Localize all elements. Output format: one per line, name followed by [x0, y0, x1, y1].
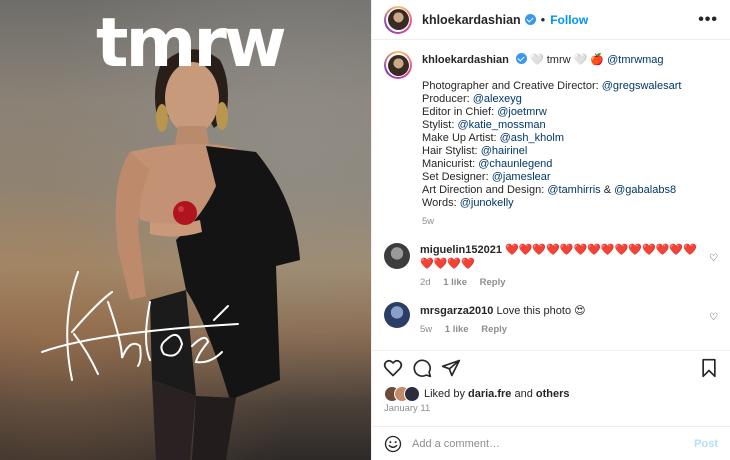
caption-age[interactable]: 5w [422, 216, 434, 227]
credit-role: Producer: [422, 93, 473, 105]
comment-age[interactable]: 5w [420, 324, 432, 335]
credit-role: Words: [422, 197, 460, 209]
credit-role: Art Direction and Design: [422, 184, 548, 196]
caption-block: khloekardashian 🤍 tmrw 🤍 🍎 @tmrwmag Phot… [384, 51, 718, 227]
likes-and: and [511, 388, 536, 400]
more-options-icon[interactable]: ••• [698, 11, 718, 29]
commenter-avatar[interactable] [384, 302, 410, 328]
caption-mention[interactable]: @tmrwmag [607, 54, 663, 66]
follow-button[interactable]: Follow [550, 13, 588, 27]
comment-input[interactable]: Add a comment… [412, 438, 694, 450]
post-panel: khloekardashian • Follow ••• khloekardas… [371, 0, 730, 460]
post-date[interactable]: January 11 [384, 403, 430, 414]
caption-emoji-2: 🤍 [573, 54, 588, 66]
caption-meta: 5w [422, 216, 718, 227]
credit-role: Photographer and Creative Director: [422, 80, 602, 92]
bookmark-icon[interactable] [699, 358, 719, 378]
credit-handle[interactable]: @alexeyg [473, 93, 522, 105]
credit-handle[interactable]: @tamhirris [547, 184, 600, 196]
share-icon[interactable] [441, 358, 461, 378]
credit-handle[interactable]: @junokelly [460, 197, 514, 209]
add-comment-bar: Add a comment… Post [372, 426, 730, 460]
comment-item: miguelin152021 ❤️❤️❤️❤️❤️❤️❤️❤️❤️❤️❤️❤️❤… [384, 243, 718, 288]
credit-handle[interactable]: @joetmrw [497, 106, 547, 118]
comment-meta: 2d 1 like Reply [420, 277, 704, 288]
liked-by-user[interactable]: daria.fre [468, 388, 511, 400]
credit-handle[interactable]: @gregswalesart [602, 80, 682, 92]
comment-text: Love this photo 😍 [496, 305, 586, 317]
comment-meta: 5w 1 like Reply [420, 324, 704, 335]
credit-handle[interactable]: @katie_mossman [457, 119, 545, 131]
magazine-logo: tmrw [96, 4, 287, 83]
comments-list[interactable]: khloekardashian 🤍 tmrw 🤍 🍎 @tmrwmag Phot… [372, 41, 730, 350]
liker-avatar [404, 386, 420, 402]
credit-ampersand: & [600, 184, 615, 196]
likes-summary: Liked by daria.fre and others [384, 386, 570, 402]
comment-like-heart-icon[interactable]: ♡ [704, 312, 718, 335]
post-header: khloekardashian • Follow ••• [372, 0, 730, 40]
comment-likes[interactable]: 1 like [443, 277, 467, 288]
comment-like-heart-icon[interactable]: ♡ [704, 253, 718, 288]
liked-by-others[interactable]: others [536, 388, 570, 400]
credit-role: Hair Stylist: [422, 145, 481, 157]
smiley-icon[interactable] [384, 435, 402, 453]
author-avatar[interactable] [384, 5, 412, 34]
commenter-username[interactable]: miguelin152021 [420, 244, 502, 256]
separator-dot: • [540, 12, 546, 27]
credit-handle[interactable]: @ash_kholm [500, 132, 564, 144]
reply-button[interactable]: Reply [481, 324, 507, 335]
credit-handle[interactable]: @gabalabs8 [614, 184, 676, 196]
verified-badge-icon [524, 14, 536, 25]
author-username[interactable]: khloekardashian [422, 13, 521, 27]
credit-handle[interactable]: @jameslear [492, 171, 551, 183]
comment-age[interactable]: 2d [420, 277, 431, 288]
credit-role: Stylist: [422, 119, 458, 131]
credit-handle[interactable]: @chaunlegend [478, 158, 552, 170]
comment-icon[interactable] [412, 358, 432, 378]
commenter-username[interactable]: mrsgarza2010 [420, 305, 493, 317]
comment-item: mrsgarza2010 Love this photo 😍 5w 1 like… [384, 302, 718, 335]
post-image[interactable]: tmrw [0, 0, 371, 460]
credit-role: Editor in Chief: [422, 106, 498, 118]
credit-role: Manicurist: [422, 158, 479, 170]
caption-avatar[interactable] [384, 51, 412, 79]
commenter-avatar[interactable] [384, 243, 410, 269]
credit-role: Make Up Artist: [422, 132, 500, 144]
caption-emoji-3: 🍎 [590, 54, 605, 66]
signature-khloe [41, 271, 239, 381]
heart-icon[interactable] [383, 358, 403, 378]
likes-prefix: Liked by [424, 388, 465, 400]
credit-role: Set Designer: [422, 171, 492, 183]
post-button[interactable]: Post [694, 438, 718, 450]
caption-username[interactable]: khloekardashian [422, 54, 509, 66]
caption-emoji-1: 🤍 [529, 54, 544, 66]
credit-handle[interactable]: @hairinel [481, 145, 528, 157]
reply-button[interactable]: Reply [480, 277, 506, 288]
action-bar [372, 350, 730, 384]
verified-badge-icon [515, 53, 527, 64]
caption-word: tmrw [546, 54, 571, 66]
comment-likes[interactable]: 1 like [445, 324, 469, 335]
